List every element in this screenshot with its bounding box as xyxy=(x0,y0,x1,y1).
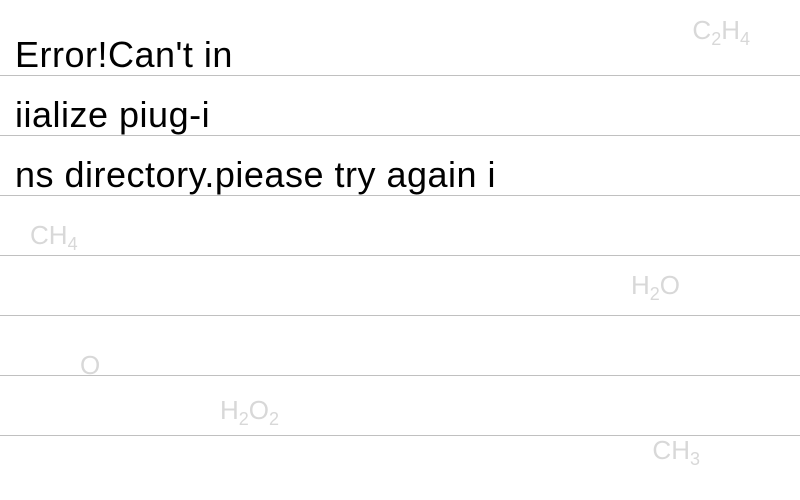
watermark-formula: CH3 xyxy=(652,435,700,470)
text-line-1: Error!Can't in xyxy=(15,34,233,75)
watermark-formula: H2O2 xyxy=(220,395,279,430)
watermark-formula: H2O xyxy=(631,270,680,305)
watermark-formula: O xyxy=(80,350,100,381)
watermark-formula: CH4 xyxy=(30,220,78,255)
text-line-3: ns directory.piease try again i xyxy=(15,154,496,195)
text-line-2: iialize piug-i xyxy=(15,94,210,135)
handwritten-text: Error!Can't in iialize piug-i ns directo… xyxy=(15,25,785,205)
